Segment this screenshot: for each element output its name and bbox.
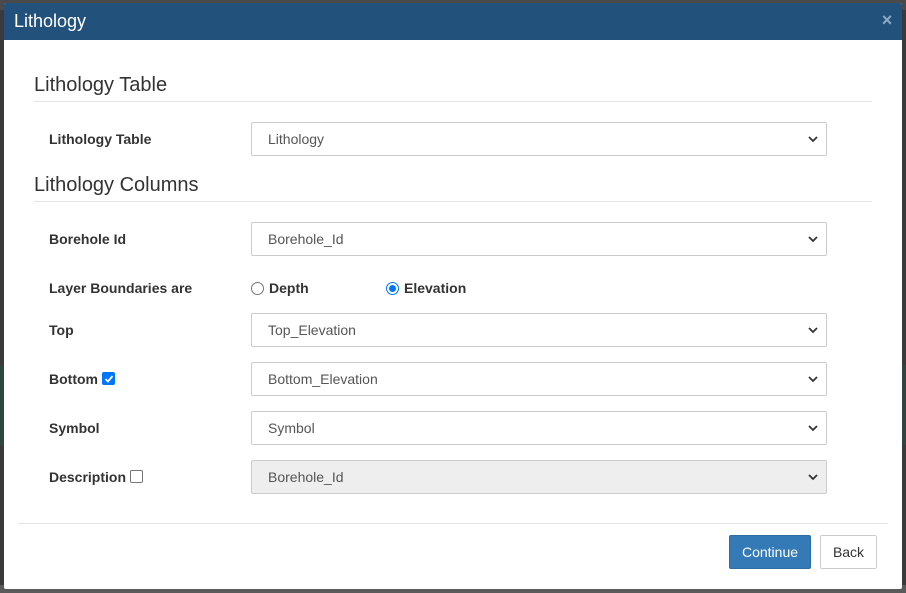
dialog-header: Lithology ×	[4, 3, 902, 40]
description-checkbox[interactable]	[130, 469, 144, 483]
chevron-down-icon	[808, 474, 818, 481]
radio-depth-label: Depth	[269, 280, 309, 296]
description-label-text: Description	[49, 469, 127, 485]
lithology-table-label-text: Lithology Table	[49, 131, 152, 147]
lithology-table-select[interactable]: Lithology	[251, 122, 827, 156]
symbol-label: Symbol	[49, 420, 100, 436]
description-label: Description	[49, 469, 144, 485]
radio-elevation[interactable]: Elevation	[386, 280, 466, 296]
chevron-down-icon	[808, 376, 818, 383]
radio-elevation-label: Elevation	[404, 280, 467, 296]
top-label-text: Top	[49, 322, 74, 338]
description-value: Borehole_Id	[268, 469, 344, 485]
lithology-table-label: Lithology Table	[49, 131, 151, 147]
top-label: Top	[49, 322, 74, 338]
chevron-down-icon	[808, 136, 818, 143]
continue-button[interactable]: Continue	[729, 535, 811, 569]
section-heading-lithology-columns: Lithology Columns	[34, 174, 199, 196]
radio-elevation-control[interactable]	[386, 281, 399, 295]
borehole-id-label-text: Borehole Id	[49, 231, 127, 247]
bottom-checkbox[interactable]	[102, 371, 115, 385]
dialog-title: Lithology	[14, 11, 87, 31]
chevron-down-icon	[808, 236, 818, 243]
checkmark-icon	[104, 374, 114, 383]
section-heading-lithology-table: Lithology Table	[34, 74, 168, 96]
bottom-value: Bottom_Elevation	[268, 371, 378, 387]
symbol-value: Symbol	[268, 420, 315, 436]
top-select[interactable]: Top_Elevation	[251, 313, 827, 347]
radio-depth[interactable]: Depth	[251, 280, 309, 296]
description-select: Borehole_Id	[251, 460, 827, 494]
chevron-down-icon	[808, 327, 818, 334]
bottom-label-text: Bottom	[49, 371, 98, 387]
lithology-dialog: Lithology × Lithology Table Lithology Ta…	[4, 3, 902, 589]
borehole-id-value: Borehole_Id	[268, 231, 344, 247]
radio-depth-control[interactable]	[251, 281, 264, 295]
bottom-select[interactable]: Bottom_Elevation	[251, 362, 827, 396]
back-button[interactable]: Back	[820, 535, 877, 569]
symbol-label-text: Symbol	[49, 420, 100, 436]
chevron-down-icon	[808, 425, 818, 432]
footer-divider	[18, 523, 888, 524]
section-divider	[34, 101, 872, 102]
lithology-table-value: Lithology	[268, 131, 325, 147]
borehole-id-select[interactable]: Borehole_Id	[251, 222, 827, 256]
top-value: Top_Elevation	[268, 322, 356, 338]
bottom-label: Bottom	[49, 371, 115, 387]
symbol-select[interactable]: Symbol	[251, 411, 827, 445]
section-divider	[34, 201, 872, 202]
layer-boundaries-label: Layer Boundaries are	[49, 280, 192, 296]
borehole-id-label: Borehole Id	[49, 231, 126, 247]
layer-boundaries-label-text: Layer Boundaries are	[49, 280, 193, 296]
close-icon[interactable]: ×	[880, 10, 894, 30]
